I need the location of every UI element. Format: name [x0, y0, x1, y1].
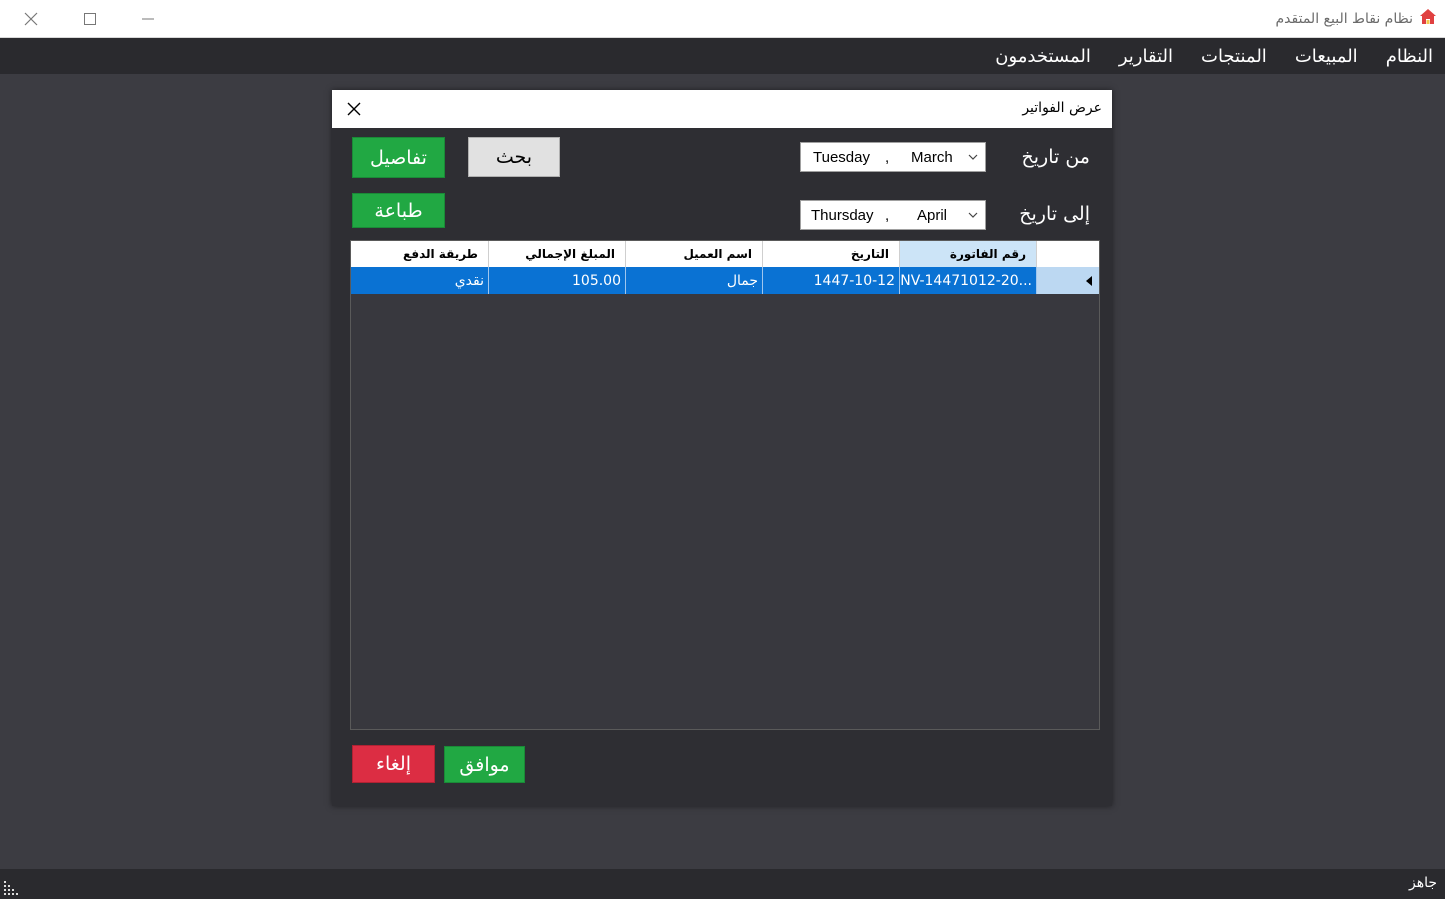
row-header[interactable] — [1037, 267, 1099, 294]
dialog-title: عرض الفواتير — [1022, 100, 1102, 116]
close-icon — [347, 102, 361, 116]
cell-invoice-number[interactable]: INV-14471012-20... — [900, 267, 1037, 294]
home-icon — [1419, 8, 1437, 30]
column-header-date[interactable]: التاريخ — [763, 241, 900, 267]
table-row[interactable]: نقدي 105.00 جمال 1447-10-12 INV-14471012… — [351, 267, 1099, 294]
dialog-close-button[interactable] — [342, 97, 366, 121]
row-header-corner — [1037, 241, 1099, 267]
window-title-bar: نظام نقاط البيع المتقدم — [0, 0, 1445, 38]
window-close-button[interactable] — [2, 0, 60, 38]
to-date-label: إلى تاريخ — [1019, 203, 1090, 225]
column-header-customer[interactable]: اسم العميل — [626, 241, 763, 267]
column-header-payment-method[interactable]: طريقة الدفع — [351, 241, 489, 267]
app-title: نظام نقاط البيع المتقدم — [1276, 0, 1437, 38]
column-header-total[interactable]: المبلغ الإجمالي — [489, 241, 626, 267]
window-maximize-button[interactable] — [61, 0, 119, 38]
menu-system[interactable]: النظام — [1386, 46, 1433, 67]
status-text: جاهز — [1408, 875, 1437, 891]
column-header-invoice-number[interactable]: رقم الفاتورة — [900, 241, 1037, 267]
from-date-day: Tuesday — [813, 149, 870, 166]
search-button[interactable]: بحث — [468, 137, 560, 177]
to-date-comma: , — [885, 207, 890, 224]
cell-customer[interactable]: جمال — [626, 267, 763, 294]
ok-button[interactable]: موافق — [444, 746, 525, 783]
resize-grip-icon[interactable] — [4, 881, 18, 895]
dialog-title-bar: عرض الفواتير — [332, 90, 1112, 128]
to-date-picker[interactable]: Thursday , April — [800, 200, 986, 230]
view-invoices-dialog: عرض الفواتير من تاريخ Tuesday , March إل… — [332, 90, 1112, 806]
menu-sales[interactable]: المبيعات — [1295, 46, 1358, 67]
menu-users[interactable]: المستخدمون — [995, 46, 1091, 67]
minimize-icon — [142, 18, 154, 20]
menu-reports[interactable]: التقارير — [1119, 46, 1173, 67]
to-date-month: April — [917, 207, 948, 224]
to-date-day: Thursday — [811, 207, 874, 224]
chevron-down-icon — [968, 212, 978, 218]
close-icon — [24, 12, 38, 26]
cell-payment-method[interactable]: نقدي — [351, 267, 489, 294]
from-date-comma: , — [885, 149, 890, 166]
menu-bar: النظام المبيعات المنتجات التقارير المستخ… — [0, 38, 1445, 74]
cell-date[interactable]: 1447-10-12 — [763, 267, 900, 294]
app-title-text: نظام نقاط البيع المتقدم — [1275, 11, 1413, 27]
cancel-button[interactable]: إلغاء — [352, 745, 435, 783]
menu-products[interactable]: المنتجات — [1201, 46, 1267, 67]
from-date-picker[interactable]: Tuesday , March — [800, 142, 986, 172]
grid-header: طريقة الدفع المبلغ الإجمالي اسم العميل ا… — [351, 241, 1099, 267]
cell-total[interactable]: 105.00 — [489, 267, 626, 294]
print-button[interactable]: طباعة — [352, 193, 445, 228]
window-minimize-button[interactable] — [119, 0, 177, 38]
from-date-label: من تاريخ — [1021, 146, 1091, 168]
row-pointer-icon — [1086, 275, 1092, 286]
invoices-grid[interactable]: طريقة الدفع المبلغ الإجمالي اسم العميل ا… — [350, 240, 1100, 730]
maximize-icon — [84, 13, 96, 25]
status-bar: جاهز — [0, 869, 1445, 899]
chevron-down-icon — [968, 154, 978, 160]
details-button[interactable]: تفاصيل — [352, 137, 445, 178]
from-date-month: March — [911, 149, 953, 166]
